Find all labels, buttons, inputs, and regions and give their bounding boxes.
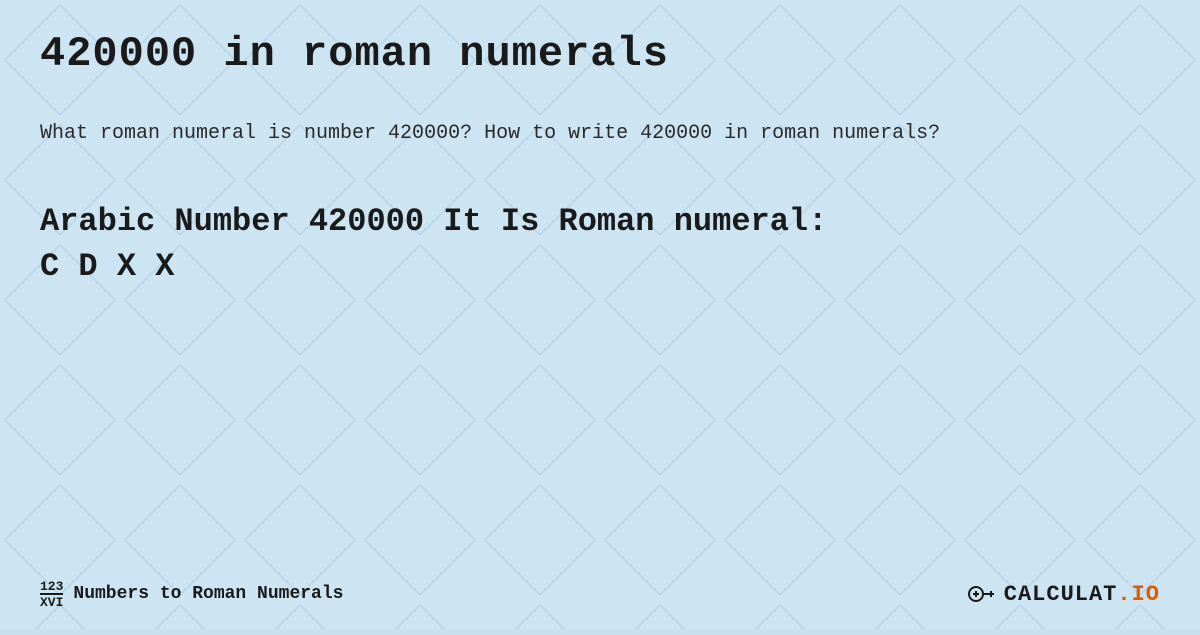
- footer-site-title: Numbers to Roman Numerals: [73, 584, 343, 604]
- footer-left: 123 XVI Numbers to Roman Numerals: [40, 580, 343, 609]
- main-content: 420000 in roman numerals What roman nume…: [0, 0, 1200, 360]
- brand-tld: .IO: [1117, 582, 1160, 607]
- footer-right[interactable]: CALCULAT.IO: [966, 578, 1160, 610]
- numbers-logo-icon: 123 XVI: [40, 580, 63, 609]
- result-text: Arabic Number 420000 It Is Roman numeral…: [40, 200, 1160, 290]
- brand-text: CALCULAT: [1004, 582, 1118, 607]
- footer: 123 XVI Numbers to Roman Numerals CALCUL…: [40, 578, 1160, 610]
- description-text: What roman numeral is number 420000? How…: [40, 118, 1140, 150]
- logo-top-number: 123: [40, 580, 63, 593]
- result-line1: Arabic Number 420000 It Is Roman numeral…: [40, 203, 827, 240]
- calculator-icon: [966, 578, 998, 610]
- result-line2: C D X X: [40, 248, 174, 285]
- logo-bottom-numeral: XVI: [40, 593, 63, 609]
- brand-name: CALCULAT.IO: [1004, 582, 1160, 607]
- page-title: 420000 in roman numerals: [40, 30, 1160, 78]
- result-section: Arabic Number 420000 It Is Roman numeral…: [40, 200, 1160, 290]
